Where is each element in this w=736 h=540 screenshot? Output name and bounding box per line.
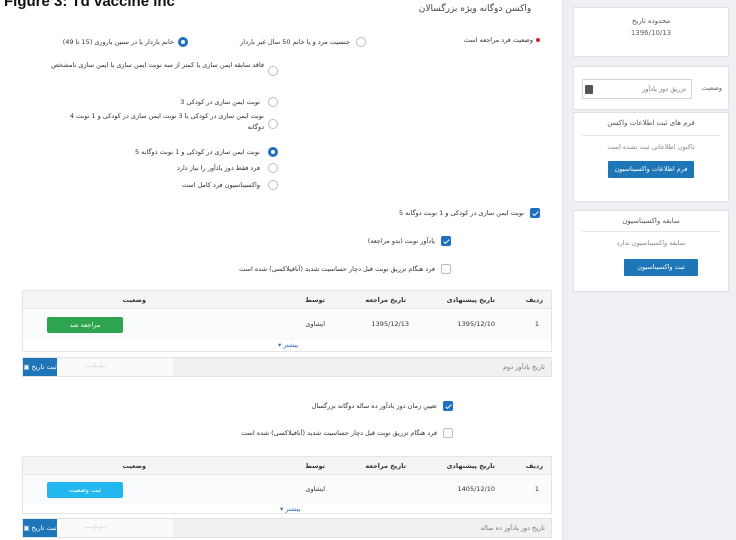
option-b-label: خانم باردار یا در سنین باروری (15 تا 49) [62, 38, 174, 46]
divider [582, 135, 720, 136]
page-title: واکسن دوگانه ویژه بزرگسالان [418, 4, 532, 14]
cell-by: ایشاوی [305, 320, 325, 328]
radio-option-a[interactable] [356, 37, 366, 47]
option-f-label: 5 نوبت ایمن سازی در کودکی و 1 نوبت دوگان… [134, 148, 260, 156]
vaccine-form-button[interactable]: فرم اطلاعات واکسیناسیون [608, 161, 694, 178]
radio-option-h[interactable] [268, 180, 278, 190]
option-h-label: واکسیناسیون فرد کامل است [181, 181, 260, 189]
checkbox-ten-year-booster[interactable] [443, 401, 453, 411]
figure-title: Figure 3: Td vaccine inc [4, 0, 175, 10]
checkbox-anaphylaxis-2[interactable] [443, 428, 453, 438]
status-label: وضعیت فرد مراجعه است [463, 36, 533, 44]
status-dot-icon [536, 38, 540, 42]
col-by: توسط [305, 462, 325, 470]
vaccine-select-value: تزریق دوز یادآور [642, 85, 686, 93]
cell-row: 1 [534, 485, 539, 493]
cell-suggested-date: 1405/12/10 [457, 485, 495, 493]
cell-by: ایشاوی [305, 485, 325, 493]
checkbox-series-complete[interactable] [530, 208, 540, 218]
date-input-2[interactable] [57, 519, 173, 537]
cell-visit-date: 1395/12/13 [371, 320, 409, 328]
more-link[interactable]: ▾ بیشتر [278, 341, 298, 349]
sidebar: محدوده تاریخ 1396/10/13 تزریق دوز یادآور… [562, 0, 736, 540]
vaccine-select-label: وضعیت [701, 84, 722, 92]
vaccination-history-card: سابقه واکسیناسیون سابقه واکسیناسیون ندار… [573, 210, 729, 292]
history-card-title: سابقه واکسیناسیون [622, 217, 680, 225]
cell-suggested-date: 1395/12/10 [457, 320, 495, 328]
checkbox-reminder[interactable] [441, 236, 451, 246]
vaccine-form-card: فرم های ثبت اطلاعات واکسن تاکنون اطلاعات… [573, 112, 729, 202]
col-suggested-date: تاریخ پیشنهادی [446, 462, 495, 470]
reminder-date-label: تاریخ یادآور دوم [503, 363, 545, 371]
status-visited-button[interactable]: مراجعه شد [47, 317, 123, 333]
table-header: ردیف تاریخ پیشنهادی تاریخ مراجعه توسط وض… [23, 457, 551, 475]
col-by: توسط [305, 296, 325, 304]
save-date-label: ثبت تاریخ [31, 363, 57, 371]
col-visit-date: تاریخ مراجعه [365, 462, 406, 470]
radio-option-b[interactable] [178, 37, 188, 47]
form-card-title: فرم های ثبت اطلاعات واکسن [607, 119, 695, 127]
reminder-date-bar: ▣ ثبت تاریخ ----/--/-- تاریخ یادآور دوم [22, 357, 552, 377]
more-label: بیشتر [285, 505, 301, 513]
date-input-2-placeholder: ----/--/-- [85, 524, 107, 531]
radio-option-g[interactable] [268, 163, 278, 173]
chevron-down-icon [585, 85, 593, 94]
ten-year-date-label: تاریخ دوز یادآور ده ساله [480, 524, 545, 532]
date-card: محدوده تاریخ 1396/10/13 [573, 7, 729, 57]
vaccine-select[interactable]: تزریق دوز یادآور [582, 79, 692, 99]
col-row: ردیف [525, 296, 543, 304]
radio-option-c[interactable] [268, 66, 278, 76]
radio-option-f[interactable] [268, 147, 278, 157]
date-input-placeholder: ----/--/-- [85, 363, 107, 370]
form-card-text: تاکنون اطلاعاتی ثبت نشده است [607, 143, 695, 151]
history-card-text: سابقه واکسیناسیون ندارد [616, 239, 686, 247]
dose-table-2: ردیف تاریخ پیشنهادی تاریخ مراجعه توسط وض… [22, 456, 552, 514]
date-card-title: محدوده تاریخ [631, 17, 671, 25]
table-row: 1 1405/12/10 ایشاوی ثبت وضعیت [23, 476, 551, 504]
save-date-label-2: ثبت تاریخ [31, 524, 57, 532]
dose-table-1: ردیف تاریخ پیشنهادی تاریخ مراجعه توسط وض… [22, 290, 552, 352]
radio-option-d[interactable] [268, 97, 278, 107]
option-g-label: فرد فقط دوز یادآور را نیاز دارد [176, 164, 260, 172]
col-visit-date: تاریخ مراجعه [365, 296, 406, 304]
option-a-label: جنسیت مرد و یا خانم 50 سال غیر باردار [240, 38, 350, 46]
checkbox-series-complete-label: 5 نوبت ایمن سازی در کودکی و 1 نوبت دوگان… [398, 209, 524, 217]
divider [582, 231, 720, 232]
checkbox-anaphylaxis-2-label: فرد هنگام تزریق نوبت قبل دچار حساسیت شدی… [241, 429, 437, 437]
more-label: بیشتر [283, 341, 299, 349]
col-row: ردیف [525, 462, 543, 470]
checkbox-anaphylaxis[interactable] [441, 264, 451, 274]
cell-row: 1 [534, 320, 539, 328]
more-link[interactable]: ▾ بیشتر [280, 505, 300, 513]
checkbox-anaphylaxis-label: فرد هنگام تزریق نوبت قبل دچار حساسیت شدی… [239, 265, 435, 273]
option-d-label: 3 نوبت ایمن سازی در کودکی [180, 98, 260, 106]
col-status: وضعیت [122, 462, 146, 470]
status-register-button[interactable]: ثبت وضعیت [47, 482, 123, 498]
option-e-label: 4 نوبت ایمن سازی در کودکی یا 3 نوبت ایمن… [69, 112, 264, 131]
col-status: وضعیت [122, 296, 146, 304]
date-card-value: 1396/10/13 [630, 29, 672, 37]
option-c-label: فاقد سابقه ایمن سازی یا کمتر از سه نوبت … [51, 61, 264, 69]
table-header: ردیف تاریخ پیشنهادی تاریخ مراجعه توسط وض… [23, 291, 551, 309]
radio-option-e[interactable] [268, 119, 278, 129]
save-date-button-2[interactable]: ▣ ثبت تاریخ [23, 519, 57, 537]
col-suggested-date: تاریخ پیشنهادی [446, 296, 495, 304]
ten-year-date-bar: ▣ ثبت تاریخ ----/--/-- تاریخ دوز یادآور … [22, 518, 552, 538]
vaccine-select-card: تزریق دوز یادآور وضعیت [573, 66, 729, 110]
table-row: 1 1395/12/10 1395/12/13 ایشاوی مراجعه شد [23, 310, 551, 340]
register-vaccination-button[interactable]: ثبت واکسیناسیون [624, 259, 698, 276]
status-text: وضعیت فرد مراجعه است [464, 36, 540, 44]
date-input[interactable] [57, 358, 173, 376]
checkbox-ten-year-booster-label: تعیین زمان دوز یادآور ده ساله دوگانه بزر… [311, 402, 437, 410]
save-date-button[interactable]: ▣ ثبت تاریخ [23, 358, 57, 376]
checkbox-reminder-label: یادآور نوبت (بدو مراجعه) [367, 237, 435, 245]
